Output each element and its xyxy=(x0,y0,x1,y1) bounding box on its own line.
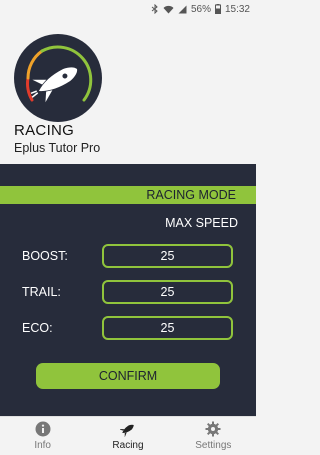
wifi-icon xyxy=(163,5,174,13)
battery-percent: 56% xyxy=(190,3,211,15)
gear-icon xyxy=(205,421,221,437)
tab-racing-label: Racing xyxy=(112,440,144,451)
page-title: RACING xyxy=(14,122,75,139)
confirm-button[interactable]: CONFIRM xyxy=(36,363,220,389)
eco-row: ECO: 25 xyxy=(0,316,256,342)
tab-settings-label: Settings xyxy=(195,440,232,451)
mode-name: MAX SPEED xyxy=(165,216,238,230)
tab-info[interactable]: Info xyxy=(0,417,85,455)
battery-icon xyxy=(214,4,221,14)
rocket-gauge-icon xyxy=(14,34,102,122)
eco-field[interactable]: 25 xyxy=(102,316,233,340)
trail-row: TRAIL: 25 xyxy=(0,280,256,306)
boost-field[interactable]: 25 xyxy=(102,244,233,268)
tab-info-label: Info xyxy=(34,440,51,451)
settings-panel: RACING MODE MAX SPEED BOOST: 25 TRAIL: 2… xyxy=(0,164,256,416)
trail-label: TRAIL: xyxy=(22,285,61,299)
device-name: Eplus Tutor Pro xyxy=(14,141,101,155)
mode-bar: RACING MODE xyxy=(0,186,256,204)
rocket-icon xyxy=(119,424,134,437)
clock: 15:32 xyxy=(224,3,250,15)
trail-field[interactable]: 25 xyxy=(102,280,233,304)
info-icon xyxy=(35,421,51,437)
app-header: RACING Eplus Tutor Pro xyxy=(0,18,256,164)
tab-settings[interactable]: Settings xyxy=(171,417,256,455)
bluetooth-icon xyxy=(151,4,158,14)
eco-label: ECO: xyxy=(22,321,53,335)
tab-bar: Info Racing Settings xyxy=(0,416,256,455)
boost-row: BOOST: 25 xyxy=(0,244,256,270)
boost-label: BOOST: xyxy=(22,249,68,263)
tab-racing[interactable]: Racing xyxy=(85,417,170,455)
signal-icon xyxy=(178,5,187,13)
status-bar: 56% 15:32 xyxy=(0,0,256,18)
